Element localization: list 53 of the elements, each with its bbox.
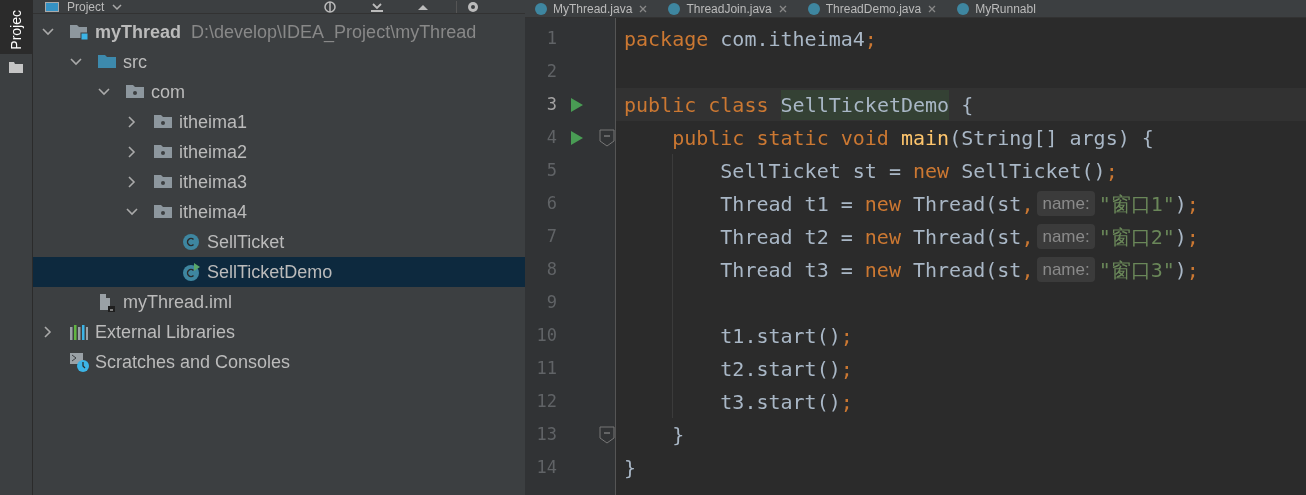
class-icon — [668, 2, 681, 15]
tree-item[interactable]: src — [33, 47, 525, 77]
triangle-up-icon[interactable] — [417, 2, 429, 11]
close-icon[interactable] — [777, 3, 788, 14]
class-icon — [181, 232, 201, 252]
scratches-icon — [69, 352, 89, 372]
parameter-hint: name: — [1037, 256, 1095, 283]
editor-tab[interactable]: ThreadJoin.java — [658, 0, 798, 17]
editor-tab[interactable]: ThreadDemo.java — [797, 0, 948, 17]
panel-title[interactable]: Project — [67, 0, 105, 13]
collapse-all-icon[interactable] — [369, 0, 385, 13]
parameter-hint: name: — [1037, 223, 1095, 250]
tree-item[interactable]: itheima1 — [33, 107, 525, 137]
settings-icon[interactable] — [465, 0, 481, 13]
project-tool-tab[interactable]: Projec — [0, 0, 32, 54]
file-icon — [97, 292, 117, 312]
libraries-icon — [69, 322, 89, 342]
class-icon — [957, 2, 970, 15]
module-folder-icon — [69, 22, 89, 42]
code-text: t2.start(); — [719, 355, 853, 383]
tree-item[interactable]: myThread D:\develop\IDEA_Project\myThread — [33, 17, 525, 47]
class-icon — [807, 2, 820, 15]
tree-item[interactable]: itheima4 — [33, 197, 525, 227]
run-icon[interactable] — [570, 129, 584, 146]
tree-item[interactable]: itheima2 — [33, 137, 525, 167]
code-text: public class SellTicketDemo { — [624, 89, 974, 120]
code-text: SellTicket st = new SellTicket(); — [719, 157, 1118, 185]
code-text: t3.start(); — [719, 388, 853, 416]
code-text: public static void main(String[] args) { — [671, 124, 1154, 152]
tree-item[interactable]: External Libraries — [33, 317, 525, 347]
tree-item[interactable]: Scratches and Consoles — [33, 347, 525, 377]
code-text: Thread t3 = new Thread(st, name: "窗口3"); — [719, 255, 1199, 285]
tree-item[interactable]: SellTicket — [33, 227, 525, 257]
caret-icon[interactable] — [112, 2, 123, 11]
runnable-class-icon — [181, 262, 201, 282]
line-number: 3 — [545, 92, 557, 116]
code-text: Thread t2 = new Thread(st, name: "窗口2"); — [719, 222, 1199, 252]
code-text: } — [671, 421, 685, 449]
class-icon — [535, 2, 547, 15]
code-text: } — [624, 454, 637, 482]
close-icon[interactable] — [927, 3, 938, 14]
parameter-hint: name: — [1037, 190, 1095, 217]
editor-tab[interactable]: MyRunnabl — [947, 0, 1046, 17]
close-icon[interactable] — [638, 3, 649, 14]
run-icon[interactable] — [570, 96, 584, 113]
tree-item[interactable]: SellTicketDemo — [33, 257, 525, 287]
tree-item[interactable]: myThread.iml — [33, 287, 525, 317]
editor-tab[interactable]: MyThread.java — [525, 0, 659, 17]
code-text: t1.start(); — [719, 322, 853, 350]
code-text: Thread t1 = new Thread(st, name: "窗口1"); — [719, 189, 1199, 219]
tree-item[interactable]: com — [33, 77, 525, 107]
code-text: package com.itheima4; — [624, 25, 877, 53]
tree-item[interactable]: itheima3 — [33, 167, 525, 197]
